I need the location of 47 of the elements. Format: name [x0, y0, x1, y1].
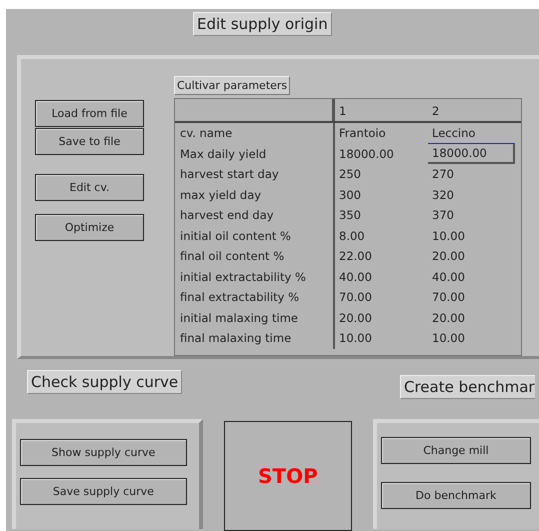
table-cell[interactable]: 40.00	[428, 268, 521, 286]
table-caption: Cultivar parameters	[174, 76, 290, 95]
table-cell[interactable]: Leccino	[428, 124, 521, 142]
table-cell[interactable]: 18000.00	[335, 144, 428, 163]
table-cell[interactable]: 10.00	[428, 226, 521, 245]
row-label: initial extractability %	[175, 266, 335, 287]
panel-button[interactable]: Load from file	[35, 100, 144, 127]
panel-button[interactable]: Edit cv.	[35, 174, 144, 201]
column-header[interactable]: 1	[335, 99, 428, 121]
benchmark-button[interactable]: Do benchmark	[380, 482, 531, 509]
table-cell[interactable]: 370	[428, 206, 521, 224]
table-cell[interactable]: 10.00	[428, 329, 521, 348]
supply-curve-button[interactable]: Show supply curve	[20, 439, 187, 466]
table-cell[interactable]: 300	[335, 186, 428, 204]
row-label: cv. name	[175, 123, 335, 144]
group-title: Create benchmar	[400, 375, 535, 399]
row-label: final oil content %	[175, 246, 335, 266]
section-title: Edit supply origin	[193, 12, 332, 36]
row-label: Max daily yield	[175, 144, 335, 164]
table-cell[interactable]: 22.00	[335, 247, 428, 266]
supply-curve-button[interactable]: Save supply curve	[20, 478, 187, 505]
table-cell[interactable]: 350	[335, 206, 428, 224]
table-cell[interactable]: 250	[335, 165, 428, 184]
panel-button[interactable]: Optimize	[35, 214, 144, 241]
table-cell[interactable]: 40.00	[335, 268, 428, 286]
row-label: max yield day	[175, 184, 335, 205]
table-cell[interactable]: 20.00	[428, 308, 521, 327]
table-cell[interactable]: 8.00	[335, 226, 428, 245]
row-label: initial oil content %	[175, 226, 335, 246]
table-cell[interactable]: 18000.00	[428, 143, 515, 164]
panel-button[interactable]: Save to file	[35, 128, 144, 155]
table-cell[interactable]: 20.00	[335, 308, 428, 327]
group-title: Check supply curve	[27, 370, 182, 394]
table-cell[interactable]: 270	[428, 165, 521, 184]
table-cell[interactable]: 70.00	[428, 288, 521, 306]
row-label: final extractability %	[175, 287, 335, 308]
table-cell[interactable]: 320	[428, 186, 521, 204]
row-label: harvest end day	[175, 205, 335, 226]
column-header[interactable]: 2	[428, 99, 521, 121]
table-cell[interactable]: 10.00	[335, 329, 428, 348]
table-cell[interactable]: Frantoio	[335, 124, 428, 142]
row-label: harvest start day	[175, 164, 335, 184]
row-label: final malaxing time	[175, 328, 335, 348]
row-label: initial malaxing time	[175, 308, 335, 328]
benchmark-button[interactable]: Change mill	[380, 437, 531, 464]
table-cell[interactable]: 20.00	[428, 247, 521, 266]
table-cell[interactable]: 70.00	[335, 288, 428, 306]
